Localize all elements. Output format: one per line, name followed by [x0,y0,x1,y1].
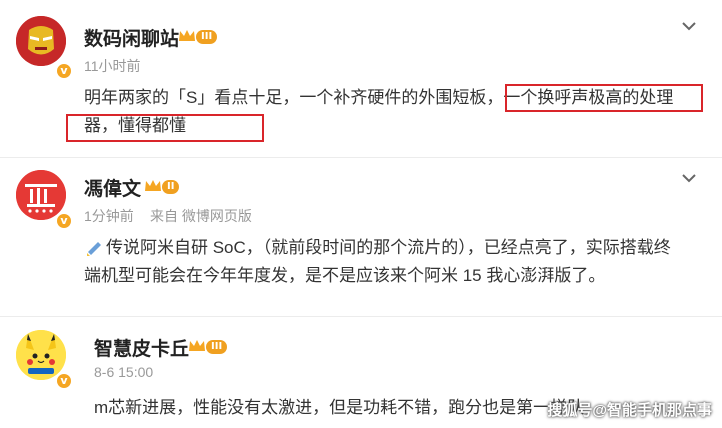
verified-badge-icon: v [55,212,73,230]
chevron-down-icon[interactable] [680,172,698,184]
post-source: 来自 微博网页版 [150,208,252,224]
username[interactable]: 馮偉文 [84,174,141,201]
post-time: 11小时前 [84,58,141,74]
content-line: 传说阿米自研 SoC，（就前段时间的那个流片的），已经点亮了，实际搭载终 [106,238,671,257]
content-line: 端机型可能会在今年年度发，是不是应该来个阿米 15 我心澎湃版了。 [84,266,606,285]
post-time: 1分钟前 [84,208,134,224]
divider [0,157,722,158]
crown-icon [189,340,205,351]
level-badge: III [206,340,228,354]
chevron-down-icon[interactable] [680,20,698,32]
verified-badge-icon: v [55,372,73,390]
crown-icon [145,180,161,191]
verified-badge-icon: v [55,62,73,80]
highlight-box [66,114,264,142]
iron-man-avatar-icon [16,16,66,66]
crown-icon [179,30,195,41]
divider [0,316,722,317]
avatar[interactable] [16,16,66,66]
username[interactable]: 数码闲聊站 [84,24,179,51]
highlight-box [505,84,703,112]
post-1: v 数码闲聊站 III 11小时前 明年两家的「S」看点十足，一个补齐硬件的外围… [0,0,722,160]
level-badge: II [162,180,180,194]
username[interactable]: 智慧皮卡丘 [94,334,189,361]
level-badge: III [196,30,218,44]
post-2: v 馮偉文 II 1分钟前 来自 微博网页版 传说阿米自研 SoC，（就前段时间… [0,160,722,320]
post-time: 8-6 15:00 [94,364,154,380]
post-content: 传说阿米自研 SoC，（就前段时间的那个流片的），已经点亮了，实际搭载终 端机型… [84,234,714,290]
watermark: 搜狐号@智能手机那点事 [547,402,712,419]
